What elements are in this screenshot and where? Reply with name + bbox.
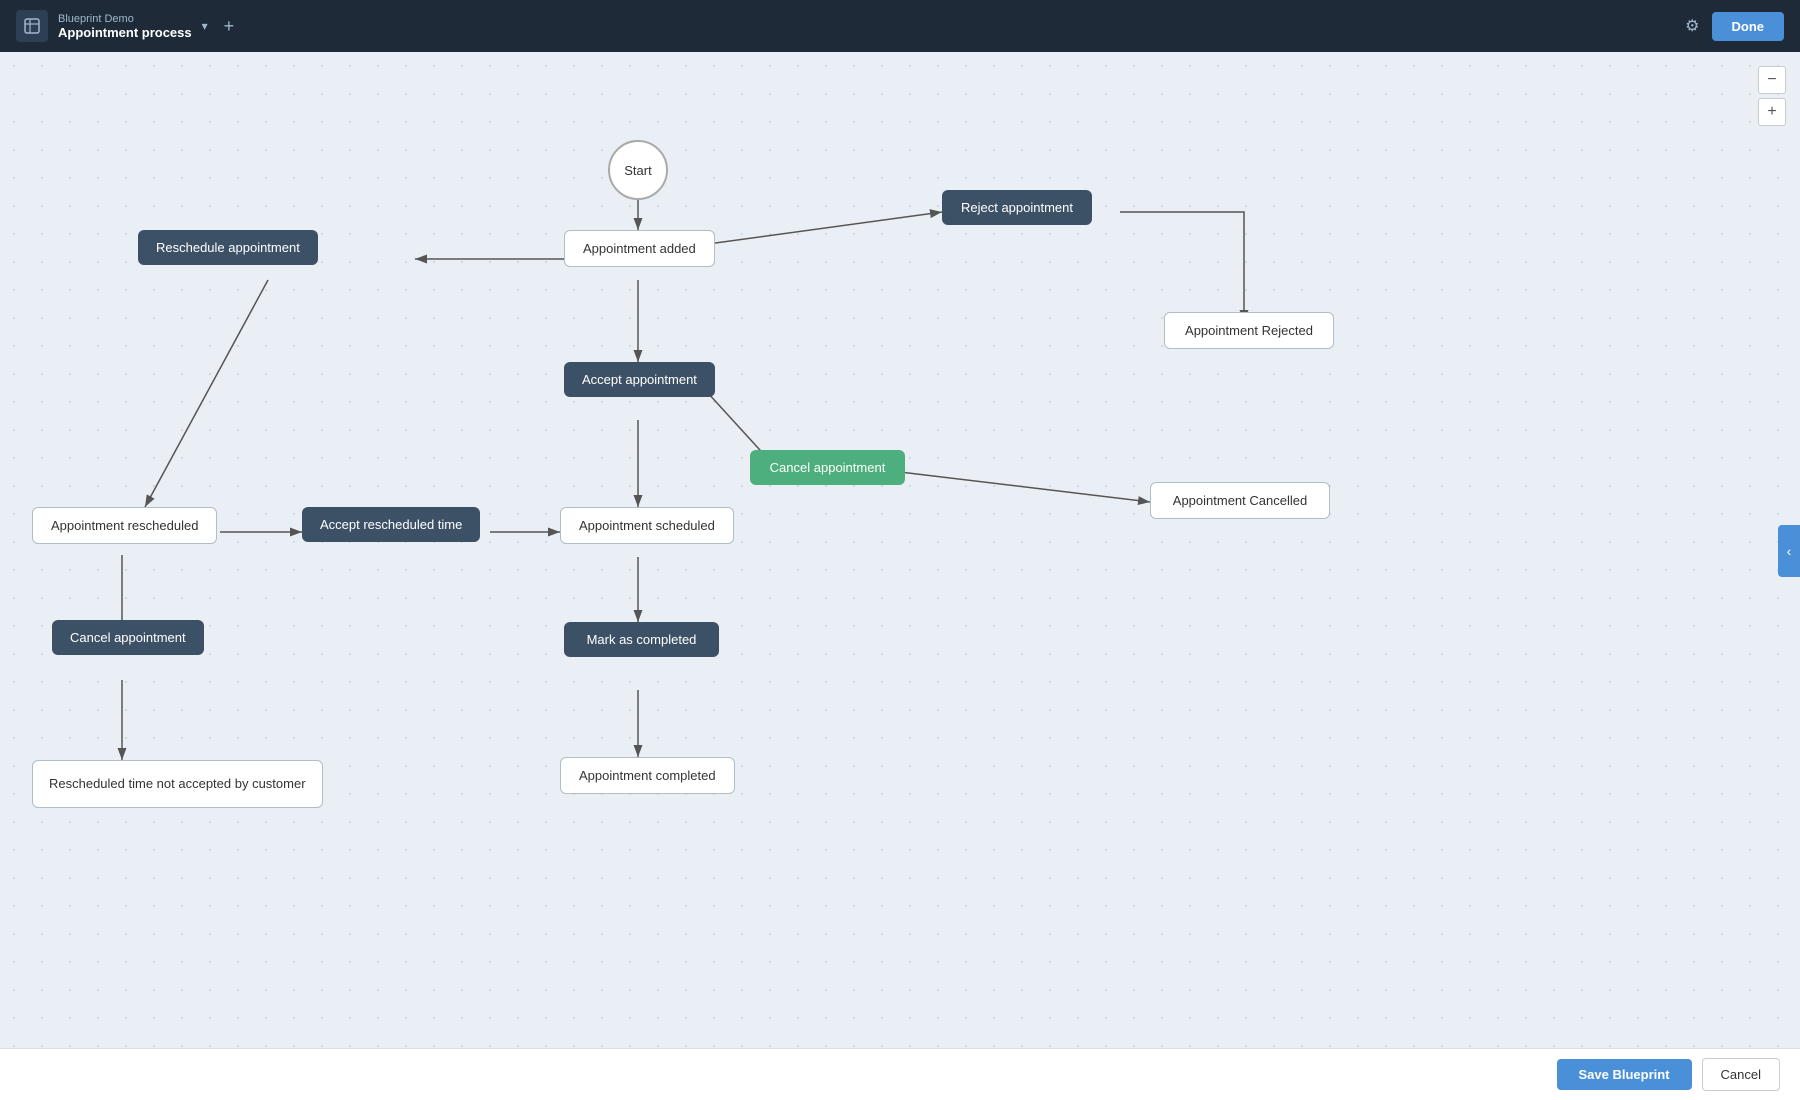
- header-left: Blueprint Demo Appointment process ▾ +: [16, 10, 234, 42]
- node-appointment-added[interactable]: Appointment added: [564, 230, 715, 267]
- panel-toggle-button[interactable]: ‹: [1778, 525, 1800, 577]
- node-reschedule-appointment[interactable]: Reschedule appointment: [138, 230, 318, 265]
- node-appointment-cancelled[interactable]: Appointment Cancelled: [1150, 482, 1330, 519]
- canvas: Start Appointment added Reschedule appoi…: [0, 52, 1800, 1050]
- node-accept-appointment[interactable]: Accept appointment: [564, 362, 715, 397]
- zoom-in-button[interactable]: +: [1758, 98, 1786, 126]
- node-appointment-rescheduled[interactable]: Appointment rescheduled: [32, 507, 217, 544]
- header-right: ⚙ Done: [1685, 12, 1784, 41]
- node-cancel-appointment-main[interactable]: Cancel appointment: [750, 450, 905, 485]
- process-name: Appointment process: [58, 25, 192, 40]
- header: Blueprint Demo Appointment process ▾ + ⚙…: [0, 0, 1800, 52]
- node-cancel-appointment-sub[interactable]: Cancel appointment: [52, 620, 204, 655]
- connections-svg: [0, 52, 1800, 1050]
- done-button[interactable]: Done: [1712, 12, 1785, 41]
- save-blueprint-button[interactable]: Save Blueprint: [1557, 1059, 1692, 1090]
- title-group: Blueprint Demo Appointment process: [58, 13, 192, 40]
- node-accept-rescheduled-time[interactable]: Accept rescheduled time: [302, 507, 480, 542]
- blueprint-icon: [16, 10, 48, 42]
- app-name: Blueprint Demo: [58, 13, 192, 25]
- node-mark-as-completed[interactable]: Mark as completed: [564, 622, 719, 657]
- node-appointment-scheduled[interactable]: Appointment scheduled: [560, 507, 734, 544]
- node-start[interactable]: Start: [608, 140, 668, 200]
- node-rescheduled-not-accepted[interactable]: Rescheduled time not accepted by custome…: [32, 760, 323, 808]
- add-icon[interactable]: +: [224, 16, 235, 37]
- zoom-controls: − +: [1758, 66, 1786, 126]
- node-appointment-completed[interactable]: Appointment completed: [560, 757, 735, 794]
- node-reject-appointment[interactable]: Reject appointment: [942, 190, 1092, 225]
- chevron-down-icon[interactable]: ▾: [202, 19, 208, 33]
- node-appointment-rejected[interactable]: Appointment Rejected: [1164, 312, 1334, 349]
- footer: Save Blueprint Cancel: [0, 1048, 1800, 1100]
- cancel-button[interactable]: Cancel: [1702, 1058, 1780, 1091]
- settings-icon[interactable]: ⚙: [1685, 16, 1699, 36]
- zoom-out-button[interactable]: −: [1758, 66, 1786, 94]
